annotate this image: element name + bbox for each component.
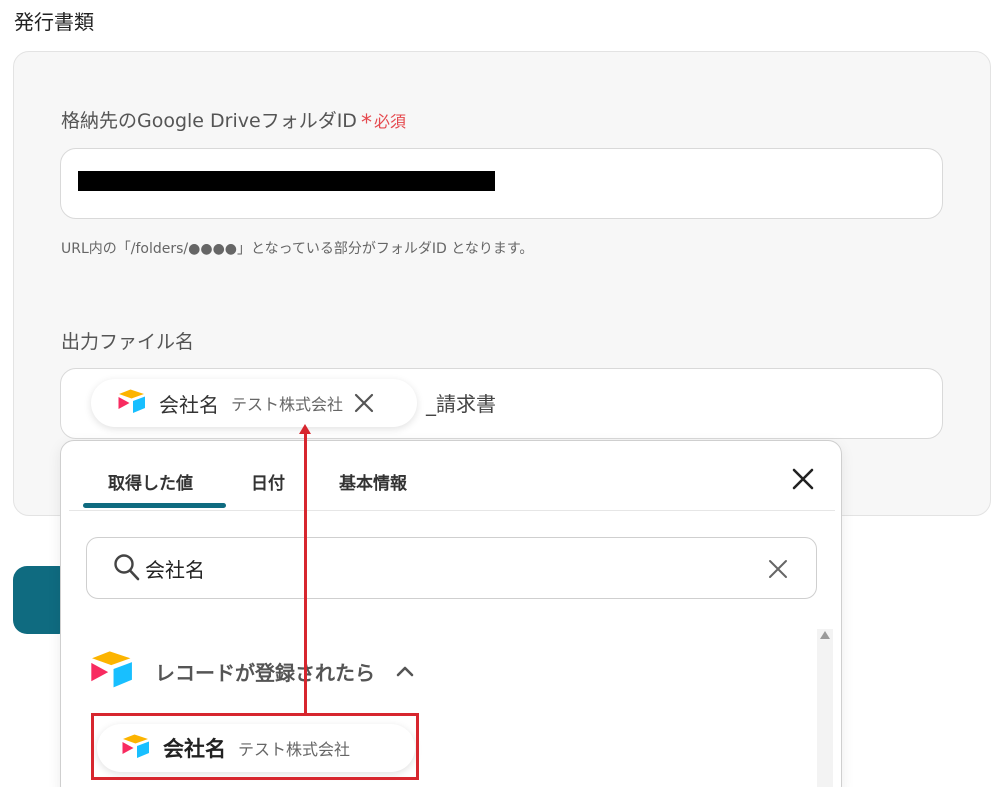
chip-value: テスト株式会社	[231, 395, 344, 414]
section-title: 発行書類	[14, 10, 94, 34]
chip-name: 会社名	[159, 392, 219, 417]
tab-obtained-values[interactable]: 取得した値	[108, 469, 193, 494]
tab-basic-info[interactable]: 基本情報	[339, 469, 407, 494]
close-icon[interactable]	[353, 392, 375, 414]
folder-id-label-text: 格納先のGoogle DriveフォルダID	[61, 110, 357, 132]
scroll-up-arrow-icon[interactable]	[820, 631, 830, 639]
redacted-value	[78, 171, 495, 191]
filename-suffix: _請求書	[426, 392, 496, 416]
clear-search-icon[interactable]	[767, 558, 789, 584]
trigger-group-header[interactable]: レコードが登録されたら	[89, 647, 415, 695]
group-title: レコードが登録されたら	[155, 660, 375, 685]
search-input[interactable]	[145, 552, 745, 584]
filename-variable-chip[interactable]: 会社名 テスト株式会社	[91, 379, 417, 427]
active-tab-indicator	[83, 503, 226, 508]
search-icon	[113, 553, 141, 587]
airtable-logo-icon	[89, 649, 135, 693]
scrollbar[interactable]	[817, 629, 833, 787]
required-badge: * 必須	[361, 111, 406, 136]
required-star: *	[360, 111, 372, 136]
search-field[interactable]	[86, 537, 817, 599]
folder-id-hint: URL内の「/folders/●●●●」となっている部分がフォルダID となりま…	[61, 241, 534, 257]
folder-id-label: 格納先のGoogle DriveフォルダID * 必須	[61, 106, 406, 136]
tab-date[interactable]: 日付	[251, 469, 285, 494]
folder-id-input[interactable]	[60, 148, 943, 219]
annotation-highlight-box	[91, 713, 419, 780]
picker-tabs: 取得した値 日付 基本情報	[69, 441, 835, 511]
annotation-arrow-line	[304, 432, 307, 713]
close-icon[interactable]	[789, 465, 817, 493]
output-filename-label: 出力ファイル名	[61, 331, 195, 353]
airtable-logo-icon	[117, 388, 147, 418]
annotation-arrow-head	[299, 424, 311, 434]
chevron-up-icon[interactable]	[395, 664, 415, 678]
required-text: 必須	[373, 112, 406, 131]
